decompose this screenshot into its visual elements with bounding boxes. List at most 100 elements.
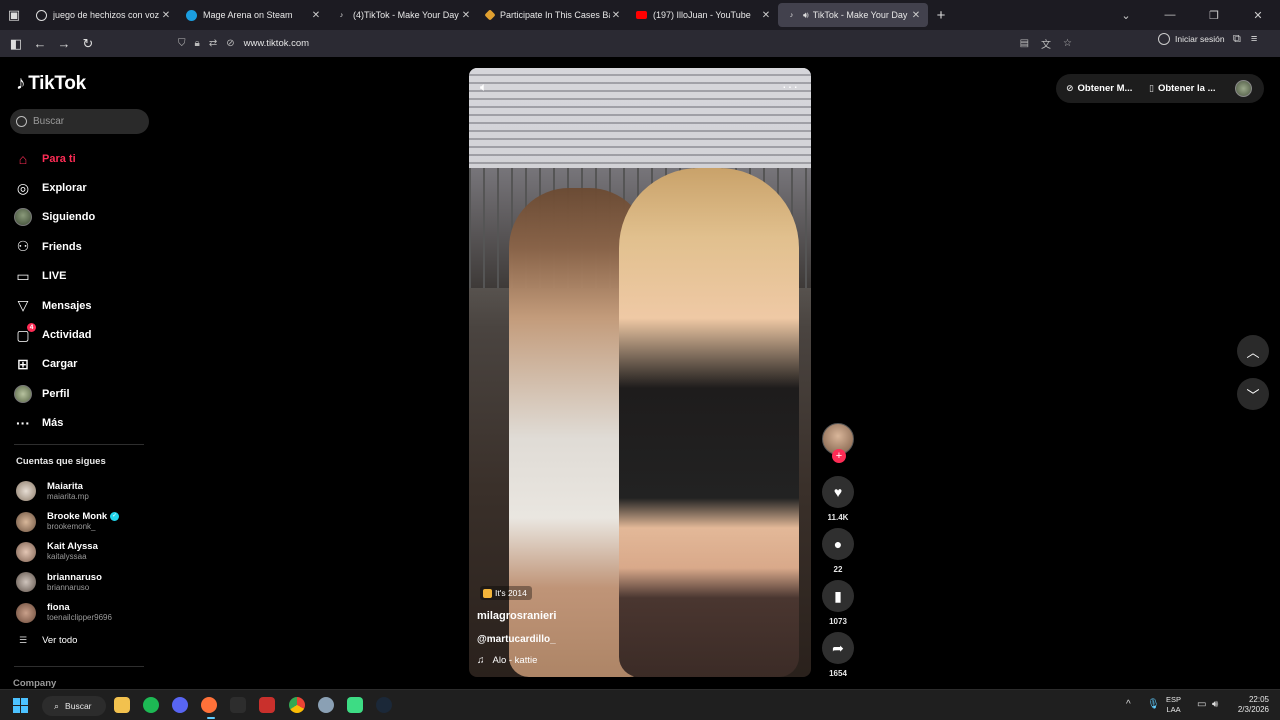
company-link[interactable]: Company [13, 678, 56, 689]
language-indicator[interactable]: ESP LAA [1166, 695, 1181, 715]
comment-icon[interactable]: ● [822, 528, 854, 560]
avatar [16, 572, 36, 593]
new-tab-icon[interactable]: + [928, 7, 954, 24]
tray-chevron-up-icon[interactable]: ^ [1126, 699, 1131, 710]
sidebar-item-actividad[interactable]: ▢ 4 Actividad [14, 320, 154, 349]
close-icon[interactable]: ✕ [910, 10, 922, 21]
file-explorer-icon[interactable] [114, 697, 130, 713]
restore-icon[interactable]: ❐ [1192, 9, 1236, 22]
video-author[interactable]: milagrosranieri [477, 610, 556, 622]
share-action[interactable]: ➦ 1654 [822, 632, 854, 678]
sidebar-item-mensajes[interactable]: ▽ Mensajes [14, 291, 154, 320]
music-title: Alo - kattie [492, 655, 538, 666]
get-coins-button[interactable]: ⊘ Obtener M... [1066, 83, 1132, 94]
firefox-icon[interactable] [201, 697, 217, 713]
bookmark-star-icon[interactable]: ☆ [1063, 38, 1072, 49]
network-icon[interactable]: ▭ [1197, 699, 1206, 710]
list-item[interactable]: fiona toenailclipper9696 [16, 598, 156, 628]
get-app-label: Obtener la ... [1157, 83, 1216, 94]
comment-action[interactable]: ● 22 [822, 528, 854, 574]
sidebar-item-siguiendo[interactable]: Siguiendo [14, 203, 154, 232]
video-music[interactable]: ♫ Alo - kattie [477, 655, 537, 666]
close-icon[interactable]: ✕ [760, 10, 772, 21]
reader-view-icon[interactable]: ▤ [1020, 38, 1029, 49]
lock-icon[interactable]: 🔒︎ [195, 38, 200, 49]
tab-title: (4)TikTok - Make Your Day [353, 10, 459, 20]
browser-tab-active[interactable]: ♪ 🔊︎ TikTok - Make Your Day ✕ [778, 3, 928, 27]
tab-title: TikTok - Make Your Day [812, 10, 908, 20]
android-studio-icon[interactable] [347, 697, 363, 713]
translate-icon[interactable]: 文 [1041, 36, 1051, 51]
close-icon[interactable]: ✕ [160, 10, 172, 21]
spotify-icon[interactable] [143, 697, 159, 713]
share-icon[interactable]: ➦ [822, 632, 854, 664]
url-text[interactable]: www.tiktok.com [244, 38, 309, 49]
extensions-icon[interactable]: ⧉ [1233, 33, 1241, 46]
back-icon[interactable]: ← [28, 33, 52, 55]
volume-icon[interactable]: 🔊︎ [1212, 699, 1218, 710]
previous-video-button[interactable]: ︿ [1237, 335, 1269, 367]
shield-icon[interactable]: ⛉ [178, 38, 186, 49]
volume-icon[interactable]: 🔈︎ [480, 80, 487, 95]
tracking-icon[interactable]: ⊘ [226, 38, 234, 49]
profile-avatar[interactable] [1235, 80, 1252, 97]
browser-tab[interactable]: ♪ (4)TikTok - Make Your Day ✕ [328, 0, 478, 30]
permissions-icon[interactable]: ⇄ [209, 38, 217, 49]
sidebar-toggle-icon[interactable]: ◧ [4, 33, 28, 55]
next-video-button[interactable]: ﹀ [1237, 378, 1269, 410]
windows-start-icon[interactable] [13, 698, 28, 713]
more-options-icon[interactable]: ··· [782, 78, 799, 94]
sidebar-item-live[interactable]: ▭ LIVE [14, 262, 154, 291]
reload-icon[interactable]: ↻ [76, 33, 100, 55]
tiktok-logo[interactable]: ♪ TikTok [16, 73, 86, 95]
video-mention[interactable]: @martucardillo_ [477, 634, 556, 645]
user-name: Brooke Monk [47, 511, 108, 523]
get-app-button[interactable]: ▯ Obtener la ... [1149, 83, 1216, 94]
search-input[interactable]: Buscar [10, 109, 149, 134]
sidebar-item-mas[interactable]: ··· Más [14, 409, 154, 438]
settings-gear-icon[interactable] [318, 697, 334, 713]
sidebar-menu: ⌂ Para ti ◎ Explorar Siguiendo ⚇ Friends… [14, 144, 154, 438]
browser-tab[interactable]: juego de hechizos con voz - Bu ✕ [28, 0, 178, 30]
video-tag[interactable]: It's 2014 [480, 586, 532, 600]
browser-tab[interactable]: Mage Arena on Steam ✕ [178, 0, 328, 30]
list-item[interactable]: Kait Alyssa kaitalyssaa [16, 537, 156, 567]
close-icon[interactable]: ✕ [460, 10, 472, 21]
list-item[interactable]: Brooke Monk ✓ brookemonk_ [16, 506, 156, 536]
list-item[interactable]: Maiarita maiarita.mp [16, 476, 156, 506]
see-all-button[interactable]: ☰ Ver todo [19, 635, 77, 646]
sidebar-item-perfil[interactable]: Perfil [14, 379, 154, 408]
sidebar-item-cargar[interactable]: ⊞ Cargar [14, 350, 154, 379]
bookmark-icon[interactable]: ▮ [822, 580, 854, 612]
speaker-icon[interactable]: 🔊︎ [803, 10, 809, 21]
system-clock[interactable]: 22:05 2/3/2026 [1231, 695, 1269, 715]
window-close-icon[interactable]: ✕ [1236, 9, 1280, 22]
heart-icon[interactable]: ♥ [822, 476, 854, 508]
steam-icon[interactable] [376, 697, 392, 713]
sign-in-button[interactable]: Iniciar sesión [1158, 33, 1225, 45]
minimize-icon[interactable]: — [1148, 9, 1192, 21]
follow-plus-icon[interactable]: + [832, 449, 846, 463]
sidebar-item-explorar[interactable]: ◎ Explorar [14, 173, 154, 202]
forward-icon[interactable]: → [52, 33, 76, 55]
browser-tab[interactable]: (197) IlloJuan - YouTube ✕ [628, 0, 778, 30]
microphone-icon[interactable]: 🎙︎ [1147, 699, 1160, 710]
menu-icon[interactable]: ≡ [1251, 33, 1257, 46]
browser-tab[interactable]: Participate In This Cases Battle! ✕ [478, 0, 628, 30]
chrome-icon[interactable] [289, 697, 305, 713]
close-icon[interactable]: ✕ [610, 10, 622, 21]
url-bar[interactable]: ⛉ 🔒︎ ⇄ ⊘ www.tiktok.com ▤ 文 ☆ [178, 32, 1078, 54]
list-item[interactable]: briannaruso briannaruso [16, 567, 156, 597]
sidebar-item-para-ti[interactable]: ⌂ Para ti [14, 144, 154, 173]
app-icon[interactable] [259, 697, 275, 713]
discord-icon[interactable] [172, 697, 188, 713]
sidebar-item-friends[interactable]: ⚇ Friends [14, 232, 154, 261]
epic-games-icon[interactable] [230, 697, 246, 713]
taskbar-search[interactable]: ⌕ Buscar [42, 696, 106, 716]
save-action[interactable]: ▮ 1073 [822, 580, 854, 626]
tab-list-icon[interactable]: ▣ [0, 0, 28, 30]
creator-avatar[interactable]: + [822, 423, 854, 463]
chevron-down-icon[interactable]: ⌄ [1104, 9, 1148, 22]
close-icon[interactable]: ✕ [310, 10, 322, 21]
like-action[interactable]: ♥ 11.4K [822, 476, 854, 522]
